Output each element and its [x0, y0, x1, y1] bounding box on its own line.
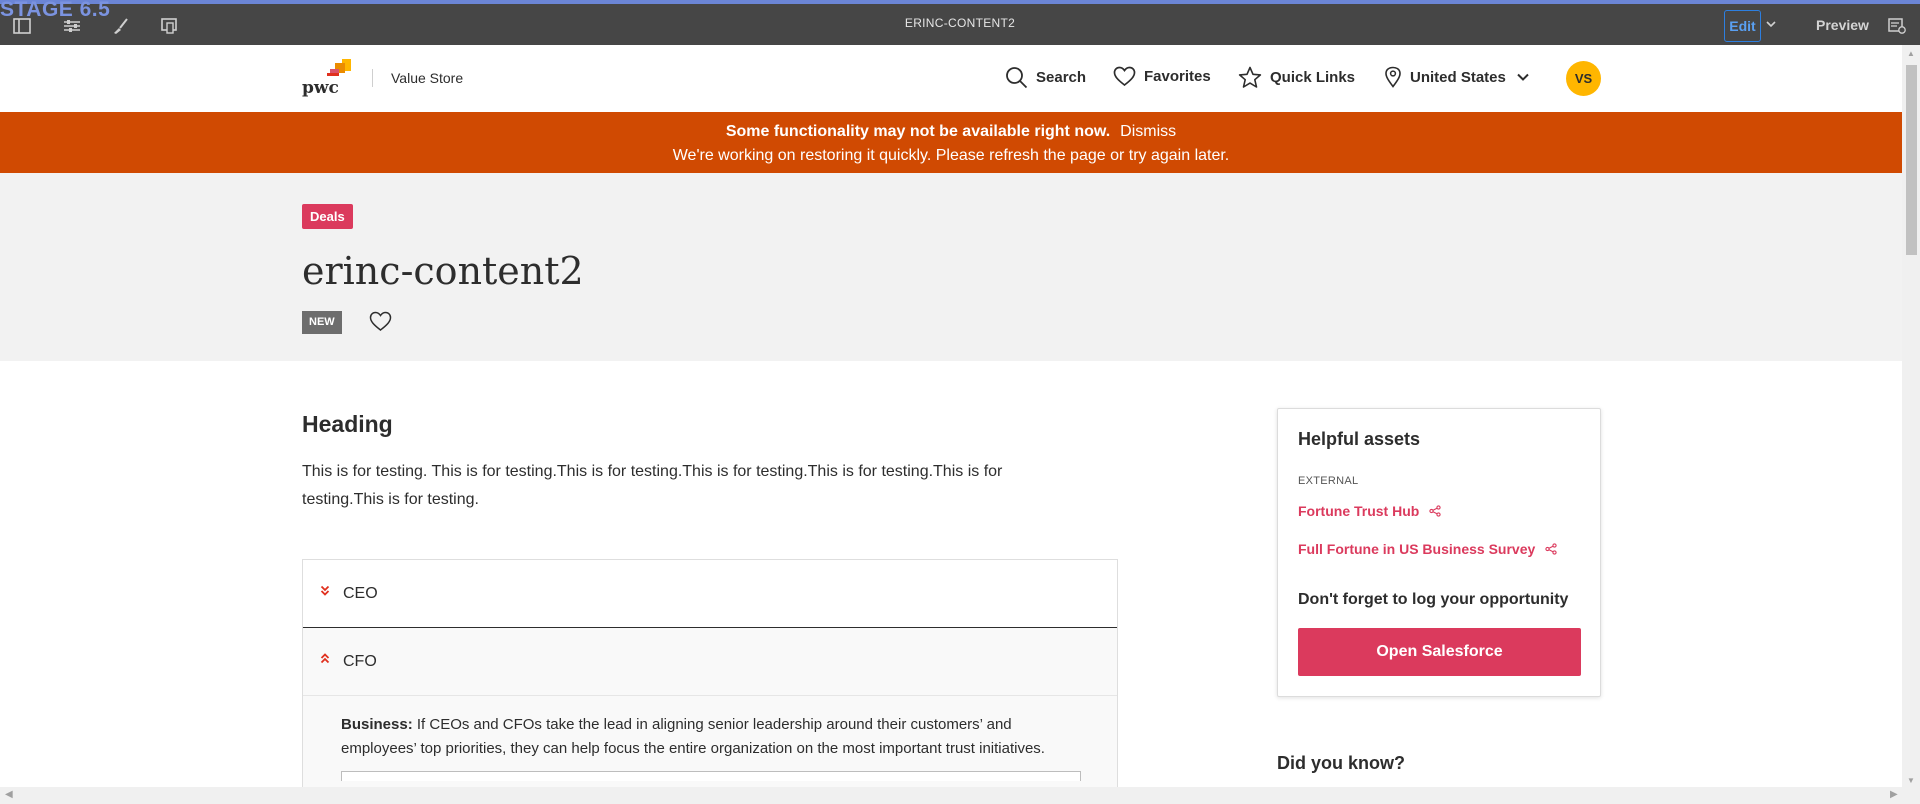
page-title: erinc-content2: [302, 249, 584, 293]
star-icon: [1238, 66, 1262, 88]
asset-link-label: Fortune Trust Hub: [1298, 503, 1420, 519]
banner-title: Some functionality may not be available …: [725, 123, 1111, 140]
scrollbar-thumb[interactable]: [1906, 65, 1917, 255]
preview-button[interactable]: Preview: [1816, 17, 1869, 33]
nav-quick-links-label: Quick Links: [1270, 69, 1356, 86]
nav-quick-links[interactable]: Quick Links: [1238, 66, 1355, 89]
asset-link-fortune-trust-hub[interactable]: Fortune Trust Hub: [1298, 503, 1441, 519]
store-name[interactable]: Value Store: [391, 70, 463, 86]
vertical-scrollbar[interactable]: ▲ ▼: [1902, 45, 1920, 787]
nav-favorites-label: Favorites: [1144, 68, 1211, 85]
content-body: This is for testing. This is for testing…: [302, 463, 1003, 508]
open-salesforce-button[interactable]: Open Salesforce: [1298, 628, 1581, 676]
accordion-item-ceo[interactable]: CEO: [303, 560, 1117, 628]
nav-country-selector[interactable]: United States: [1384, 66, 1530, 88]
accordion-item-cfo[interactable]: CFO: [303, 628, 1117, 696]
mode-dropdown-chevron-icon[interactable]: [1766, 17, 1776, 31]
nav-country-label: United States: [1410, 68, 1506, 86]
logo-divider: [372, 69, 373, 87]
horizontal-scrollbar[interactable]: ◀ ▶: [0, 787, 1920, 804]
helpful-assets-card: Helpful assets EXTERNAL Fortune Trust Hu…: [1277, 408, 1601, 697]
accordion-label: CFO: [343, 653, 377, 670]
nav-search[interactable]: Search: [1005, 66, 1086, 89]
assets-title: Helpful assets: [1298, 429, 1421, 449]
did-you-know-heading: Did you know?: [1277, 753, 1405, 773]
logo-text: pwc: [302, 78, 339, 97]
location-pin-icon: [1385, 66, 1401, 88]
scroll-left-arrow-icon[interactable]: ◀: [5, 789, 13, 800]
chevron-double-up-icon: [320, 652, 330, 670]
banner-message: We're working on restoring it quickly. P…: [672, 147, 1230, 164]
site-header: pwc Value Store Search Favorites Quick L…: [0, 45, 1902, 112]
page-viewport: pwc Value Store Search Favorites Quick L…: [0, 45, 1902, 787]
panel-text: If CEOs and CFOs take the lead in aligni…: [341, 716, 1045, 757]
scroll-up-arrow-icon[interactable]: ▲: [1907, 49, 1915, 58]
new-badge: NEW: [302, 311, 342, 334]
content-heading: Heading: [302, 411, 393, 437]
accordion-panel-cfo: Business: If CEOs and CFOs take the lead…: [303, 696, 1117, 787]
nav-search-label: Search: [1036, 69, 1087, 86]
share-icon: [1545, 543, 1557, 555]
nav-favorites[interactable]: Favorites: [1113, 66, 1211, 87]
asset-link-label: Full Fortune in US Business Survey: [1298, 541, 1536, 557]
pwc-logo[interactable]: pwc: [302, 57, 356, 102]
edit-mode-button[interactable]: Edit: [1724, 10, 1761, 42]
banner-dismiss-link[interactable]: Dismiss: [1120, 123, 1176, 140]
assets-category: EXTERNAL: [1298, 475, 1359, 487]
page-hero: Deals erinc-content2 NEW: [0, 173, 1902, 361]
panel-embedded-box: [341, 771, 1081, 781]
favorite-heart-icon[interactable]: [369, 311, 392, 337]
chevron-double-down-icon: [320, 584, 330, 602]
chevron-down-icon: [1517, 73, 1529, 81]
scroll-right-arrow-icon[interactable]: ▶: [1890, 789, 1898, 800]
accordion-label: CEO: [343, 585, 378, 602]
editor-page-title: ERINC-CONTENT2: [904, 16, 1016, 30]
opportunity-reminder: Don't forget to log your opportunity: [1298, 591, 1569, 608]
heart-icon: [1113, 66, 1136, 87]
scroll-down-arrow-icon[interactable]: ▼: [1907, 776, 1915, 785]
accordion: CEO CFO Business: If CEOs and CFOs take …: [302, 559, 1118, 787]
share-icon: [1429, 505, 1441, 517]
asset-link-fortune-survey[interactable]: Full Fortune in US Business Survey: [1298, 541, 1557, 557]
outage-banner: Some functionality may not be available …: [0, 112, 1902, 173]
category-tag[interactable]: Deals: [302, 204, 353, 229]
user-avatar[interactable]: VS: [1566, 61, 1601, 96]
search-icon: [1006, 67, 1028, 89]
page-settings-icon[interactable]: [1888, 17, 1906, 40]
panel-label: Business:: [341, 716, 413, 733]
editor-toolbar: STAGE 6.5 ERINC-CONTENT2 Edit Preview: [0, 0, 1920, 45]
